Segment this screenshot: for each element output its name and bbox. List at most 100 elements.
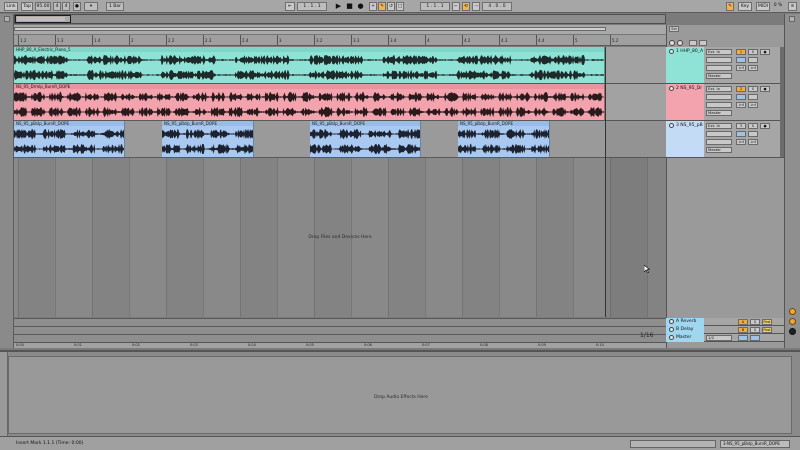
pan-field[interactable] (748, 131, 758, 137)
input-channel-select[interactable] (706, 57, 732, 63)
track-activator-icon[interactable] (669, 49, 674, 54)
device-chain[interactable]: Drop Audio Effects Here (8, 356, 792, 434)
signature-denominator[interactable]: 4 (62, 2, 70, 11)
metronome-menu[interactable]: ▾ (84, 2, 98, 11)
key-map-button[interactable]: Key (738, 2, 752, 11)
master-output-select[interactable]: 1/2 (706, 335, 732, 341)
solo-button[interactable]: S (750, 319, 760, 325)
menu-icon[interactable]: ≡ (788, 2, 797, 11)
arm-button[interactable]: ● (760, 49, 770, 55)
track-header-2[interactable]: 2 NS_95_Dr Ext. In Master 2 S ● -inf -in… (666, 84, 784, 121)
input-type-select[interactable]: Ext. In (706, 49, 732, 55)
overview-view-window[interactable] (15, 15, 71, 23)
loop-start-field[interactable]: 1 . 1 . 1 (420, 2, 450, 11)
stop-icon[interactable]: ■ (345, 2, 354, 11)
track-activator-button[interactable]: 3 (736, 123, 746, 129)
tempo-follower-icon[interactable] (789, 328, 796, 335)
master-pan-field[interactable] (750, 335, 760, 341)
tempo-field[interactable]: 95.00 (35, 2, 51, 11)
time-ruler[interactable]: 0:00 0:01 0:02 0:03 0:04 0:05 0:06 0:07 0:08 0:09… (14, 342, 666, 348)
output-select[interactable]: Master (706, 147, 732, 153)
clip-overview-strip[interactable] (630, 440, 716, 448)
play-icon[interactable]: ▶ (334, 2, 343, 11)
output-select[interactable]: Master (706, 110, 732, 116)
audio-clip[interactable]: NS_95_pBslp_BurnR_DOPE (14, 121, 125, 157)
loop-length-field[interactable]: 4 . 0 . 0 (482, 2, 512, 11)
return-lane-a[interactable] (14, 318, 666, 326)
track-name[interactable]: 2 NS_95_Dr (676, 86, 702, 91)
arm-button[interactable]: ● (760, 86, 770, 92)
track-activator-button[interactable]: 1 (736, 49, 746, 55)
audio-clip[interactable]: NS_95_pBslp_BurnR_DOPE (458, 121, 550, 157)
draw-mode-button[interactable]: ✎ (726, 2, 734, 11)
metronome-icon[interactable]: ● (73, 2, 81, 11)
track-activator-icon[interactable] (669, 335, 674, 340)
output-select[interactable]: Master (706, 73, 732, 79)
post-button[interactable]: Post (762, 327, 772, 333)
track-name[interactable]: 1 HHP_80_A (676, 49, 703, 54)
return-lane-b[interactable] (14, 326, 666, 334)
track-activator-icon[interactable] (669, 123, 674, 128)
overdub-indicator-icon[interactable] (789, 308, 796, 315)
record-io-icon[interactable] (669, 40, 675, 46)
arrangement-position-field[interactable]: 1 . 1 . 1 (297, 2, 327, 11)
solo-button[interactable]: S (748, 49, 758, 55)
info-toggle-icon[interactable] (789, 16, 795, 22)
input-channel-select[interactable] (706, 94, 732, 100)
volume-field[interactable] (736, 131, 746, 137)
return-header-a[interactable]: A Reverb A S Post (666, 318, 784, 326)
volume-field[interactable] (736, 94, 746, 100)
track-activator-icon[interactable] (669, 319, 674, 324)
set-button[interactable]: Set (669, 26, 679, 32)
arrangement-overview[interactable] (14, 14, 666, 24)
sends-toggle-button[interactable] (699, 40, 707, 46)
track-lane-3[interactable]: NS_95_pBslp_BurnR_DOPE NS_95_pBslp_BurnR… (14, 121, 666, 158)
master-lane[interactable] (14, 334, 666, 342)
audio-clip[interactable]: NS_95_pBslp_BurnR_DOPE (310, 121, 421, 157)
track-name[interactable]: 3 NS_95_pB (676, 123, 703, 128)
punch-in-button[interactable]: ⌐ (452, 2, 460, 11)
automation-indicator-icon[interactable] (789, 318, 796, 325)
selected-clip-name[interactable]: 3-NS_95_pBslp_BurnR_DOPE (720, 440, 790, 448)
post-button[interactable]: Post (762, 319, 772, 325)
loop-brace[interactable] (14, 27, 606, 31)
audio-clip[interactable]: NS_95_Drmlp_BurnR_DOPE (14, 84, 605, 120)
track-activator-icon[interactable] (669, 86, 674, 91)
send-a-field[interactable]: -inf (736, 65, 746, 71)
solo-button[interactable]: S (748, 86, 758, 92)
send-b-field[interactable]: -inf (748, 102, 758, 108)
arm-button[interactable]: ● (760, 123, 770, 129)
track-activator-button[interactable]: 2 (736, 86, 746, 92)
track-name[interactable]: Master (676, 335, 691, 340)
loop-switch-button[interactable]: ⟲ (462, 2, 470, 11)
input-type-select[interactable]: Ext. In (706, 123, 732, 129)
master-header[interactable]: Master 1/2 (666, 334, 784, 342)
session-record-button[interactable]: □ (396, 2, 404, 11)
input-channel-select[interactable] (706, 131, 732, 137)
pan-field[interactable] (748, 94, 758, 100)
audio-clip[interactable]: NS_95_pBslp_BurnR_DOPE (162, 121, 254, 157)
midi-map-button[interactable]: MIDI (756, 2, 770, 11)
volume-field[interactable] (736, 57, 746, 63)
return-header-b[interactable]: B Delay B S Post (666, 326, 784, 334)
master-volume-field[interactable] (738, 335, 748, 341)
link-button[interactable]: Link (4, 2, 18, 11)
pan-field[interactable] (748, 57, 758, 63)
track-lane-2[interactable]: NS_95_Drmlp_BurnR_DOPE (14, 84, 666, 121)
re-enable-automation-button[interactable]: ↺ (387, 2, 395, 11)
beat-time-ruler[interactable]: 1.2 1.3 1.4 2 2.2 2.3 2.4 3 3.2 3.3 3.4 4 4.2 4.3 4.4 5… (14, 25, 666, 46)
track-lane-1[interactable]: HHP_80_A_Electric_Piano_5 (14, 47, 666, 84)
send-b-field[interactable]: -inf (748, 65, 758, 71)
monitor-select[interactable] (706, 65, 732, 71)
io-toggle-button[interactable] (689, 40, 697, 46)
monitor-select[interactable] (706, 139, 732, 145)
overdub-button[interactable]: + (369, 2, 377, 11)
follow-button[interactable]: ⇤ (285, 2, 295, 11)
track-header-1[interactable]: 1 HHP_80_A Ext. In Master 1 S ● -inf -in… (666, 47, 784, 84)
send-a-field[interactable]: -inf (736, 139, 746, 145)
clip-launch-icon[interactable] (677, 40, 683, 46)
track-name[interactable]: A Reverb (676, 319, 696, 324)
track-header-3[interactable]: 3 NS_95_pB Ext. In Master 3 S ● -inf -in… (666, 121, 784, 158)
automation-arm-button[interactable]: ✎ (378, 2, 386, 11)
input-type-select[interactable]: Ext. In (706, 86, 732, 92)
